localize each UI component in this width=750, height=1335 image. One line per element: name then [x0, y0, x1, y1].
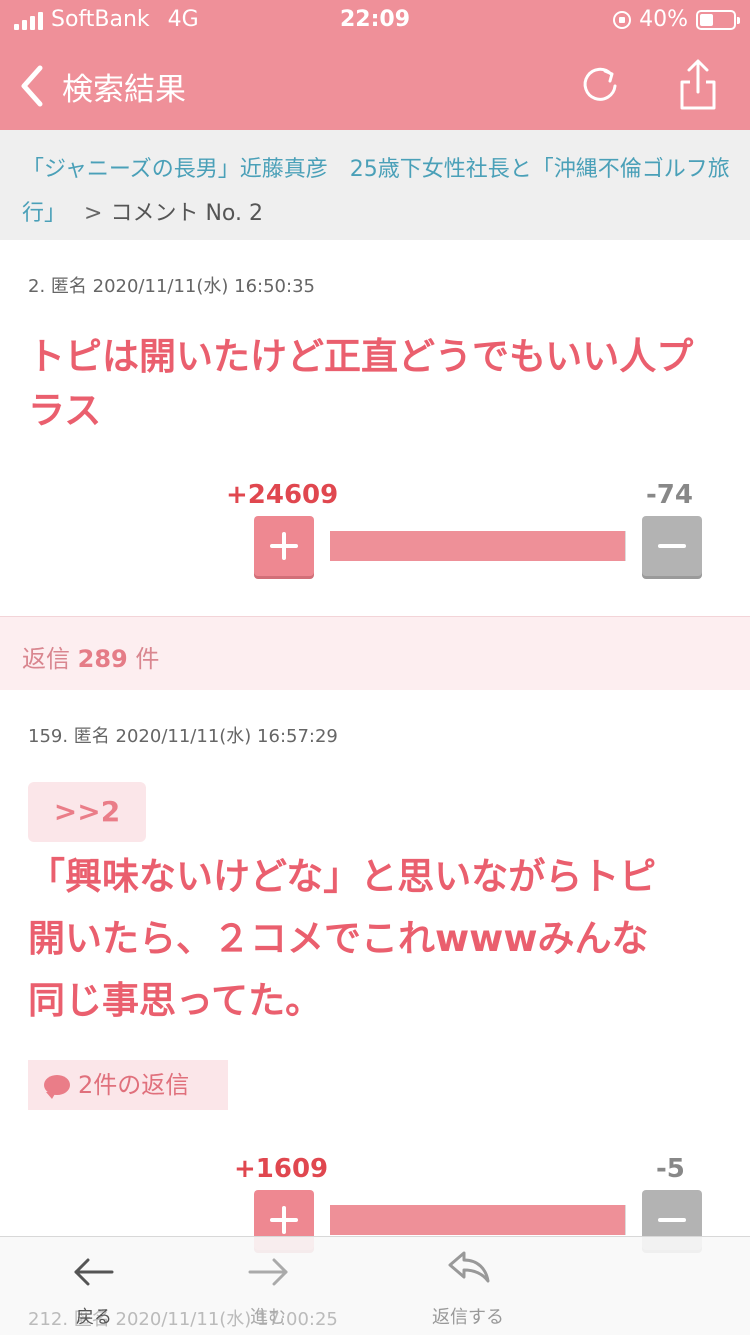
battery-percent: 40% [639, 7, 688, 32]
rotation-lock-icon [613, 10, 632, 29]
reload-icon[interactable] [578, 62, 622, 106]
speech-bubble-icon [44, 1075, 70, 1099]
back-tab-label: 戻る [76, 1307, 112, 1328]
reply-body-line: 同じ事思ってた。 [28, 979, 323, 1022]
nav-bar: 検索結果 [0, 42, 750, 130]
forward-tab[interactable]: 進む [228, 1237, 308, 1335]
comment-meta: 2. 匿名 2020/11/11(水) 16:50:35 [28, 276, 315, 297]
reply-body-line: 「興味ないけどな」と思いながらトピ [28, 855, 657, 898]
bottom-toolbar: 212. 匿名 2020/11/11(水) 17:00:25 戻る 進む 返信す… [0, 1236, 750, 1335]
reply-comment-body: 「興味ないけどな」と思いながらトピ 開いたら、２コメでこれwwwみんな 同じ事思… [28, 850, 740, 1036]
reply-vote-ratio-bar [330, 1205, 626, 1235]
vote-ratio-bar [330, 531, 626, 561]
replies-count: 289 [77, 645, 128, 673]
forward-tab-label: 進む [250, 1307, 286, 1328]
breadcrumb: 「ジャニーズの長男」近藤真彦 25歳下女性社長と「沖縄不倫ゴルフ旅行」 > コメント… [0, 130, 750, 240]
reply-comment-meta: 159. 匿名 2020/11/11(水) 16:57:29 [28, 726, 338, 747]
nav-title: 検索結果 [62, 72, 186, 108]
reply-vote-ratio-fill [330, 1205, 626, 1235]
comment-body: トピは開いたけど正直どうでもいい人プラス [28, 335, 694, 432]
arrow-left-icon [74, 1258, 114, 1286]
vote-ratio-fill [330, 531, 626, 561]
back-tab[interactable]: 戻る [54, 1237, 134, 1335]
reply-tab-label: 返信する [432, 1307, 504, 1328]
breadcrumb-separator: > [84, 201, 103, 226]
minus-button[interactable] [642, 516, 702, 576]
breadcrumb-current: コメント No. 2 [110, 201, 263, 226]
reply-tab[interactable]: 返信する [418, 1237, 518, 1335]
back-chevron-icon[interactable] [14, 60, 58, 112]
reply-body-line: 開いたら、２コメでこれwwwみんな [28, 917, 649, 960]
replies-chip-label: 2件の返信 [78, 1071, 190, 1099]
plus-count: +24609 [226, 480, 339, 510]
plus-button[interactable] [254, 516, 314, 576]
share-icon[interactable] [674, 56, 722, 112]
reply-plus-count: +1609 [234, 1154, 329, 1184]
status-bar: SoftBank 4G 22:09 40% [0, 0, 750, 42]
replies-chip[interactable]: 2件の返信 [28, 1060, 228, 1110]
reply-icon [448, 1251, 490, 1283]
minus-count: -74 [646, 480, 693, 510]
replies-summary[interactable]: 返信 289 件 [0, 616, 750, 690]
anchor-link[interactable]: >>2 [28, 782, 146, 842]
battery-icon [696, 9, 740, 30]
replies-unit: 件 [135, 645, 160, 673]
replies-label: 返信 [22, 645, 70, 673]
arrow-right-icon [248, 1258, 288, 1286]
reply-minus-count: -5 [656, 1154, 685, 1184]
